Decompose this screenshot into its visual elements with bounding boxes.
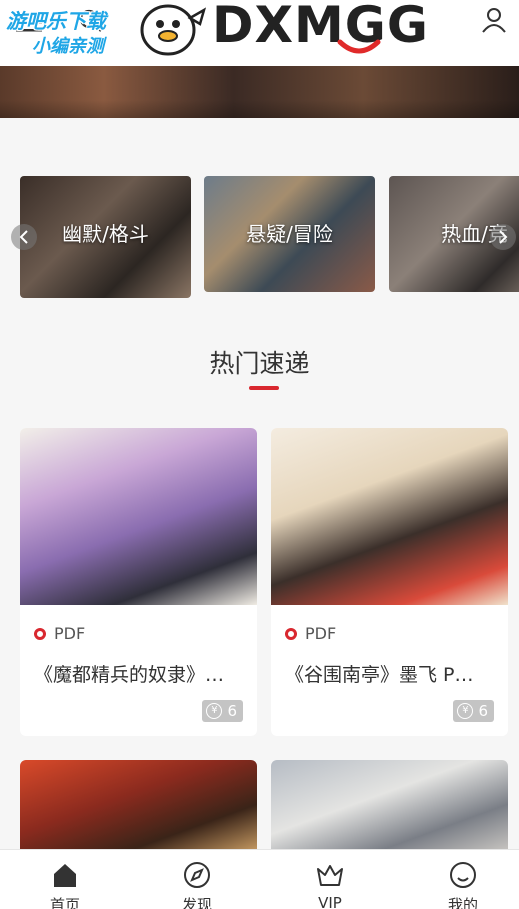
- category-card[interactable]: 幽默/格斗: [20, 176, 191, 298]
- category-card[interactable]: 悬疑/冒险: [204, 176, 375, 292]
- yen-coin-icon: ¥: [457, 703, 474, 719]
- price-value: 6: [478, 702, 488, 720]
- product-type-label: PDF: [305, 624, 337, 643]
- watermark: 游吧乐下载 小编亲测: [6, 8, 106, 60]
- category-label: 幽默/格斗: [62, 222, 149, 246]
- logo-smile-icon: [337, 39, 381, 54]
- nav-item-home[interactable]: 首页: [0, 850, 130, 909]
- nav-label: 发现: [181, 896, 212, 909]
- product-cover-image[interactable]: [271, 428, 508, 605]
- product-title[interactable]: 《谷围南亭》墨飞 P…: [285, 660, 500, 687]
- nav-item-vip[interactable]: VIP: [265, 850, 395, 909]
- product-type-label: PDF: [54, 624, 86, 643]
- type-dot-icon: [34, 627, 46, 640]
- product-card[interactable]: [271, 760, 508, 860]
- logo-text[interactable]: DXMGG: [212, 0, 429, 50]
- mascot-logo-icon[interactable]: [132, 0, 208, 58]
- carousel-next-button[interactable]: [490, 224, 516, 250]
- section-title: 热门速递: [209, 349, 310, 378]
- top-header: 游吧乐下载 小编亲测 DXMGG: [0, 0, 519, 66]
- nav-label: 首页: [49, 896, 80, 909]
- nav-label: VIP: [318, 894, 342, 909]
- chevron-right-icon: [499, 230, 508, 244]
- price-badge: ¥ 6: [453, 700, 494, 722]
- carousel-prev-button[interactable]: [11, 224, 37, 250]
- category-carousel: 幽默/格斗 悬疑/冒险 热血/竞: [0, 176, 519, 298]
- watermark-line2: 小编亲测: [32, 36, 104, 57]
- product-type: PDF: [34, 624, 85, 643]
- hero-banner[interactable]: [0, 66, 519, 118]
- product-cover-image[interactable]: [20, 428, 257, 605]
- type-dot-icon: [285, 627, 297, 640]
- yen-coin-icon: ¥: [206, 703, 223, 719]
- smiley-icon: [450, 862, 476, 888]
- nav-item-mine[interactable]: 我的: [398, 850, 519, 909]
- product-card[interactable]: PDF 《谷围南亭》墨飞 P… ¥ 6: [271, 428, 508, 736]
- chevron-left-icon: [19, 230, 28, 244]
- crown-icon: [317, 865, 343, 886]
- product-cover-image[interactable]: [20, 760, 257, 860]
- price-badge: ¥ 6: [202, 700, 243, 722]
- watermark-line1: 游吧乐下载: [6, 9, 106, 33]
- user-icon[interactable]: [480, 6, 508, 34]
- product-card[interactable]: [20, 760, 257, 860]
- product-card[interactable]: PDF 《魔都精兵的奴隶》… ¥ 6: [20, 428, 257, 736]
- price-value: 6: [227, 702, 237, 720]
- compass-icon: [184, 862, 210, 888]
- category-label: 悬疑/冒险: [246, 222, 333, 246]
- section-underline: [249, 386, 279, 390]
- nav-item-discover[interactable]: 发现: [132, 850, 262, 909]
- home-icon: [54, 864, 76, 887]
- product-type: PDF: [285, 624, 336, 643]
- product-cover-image[interactable]: [271, 760, 508, 860]
- nav-label: 我的: [447, 896, 478, 909]
- product-title[interactable]: 《魔都精兵的奴隶》…: [34, 660, 249, 687]
- bottom-nav: 首页 发现 VIP 我的: [0, 849, 519, 909]
